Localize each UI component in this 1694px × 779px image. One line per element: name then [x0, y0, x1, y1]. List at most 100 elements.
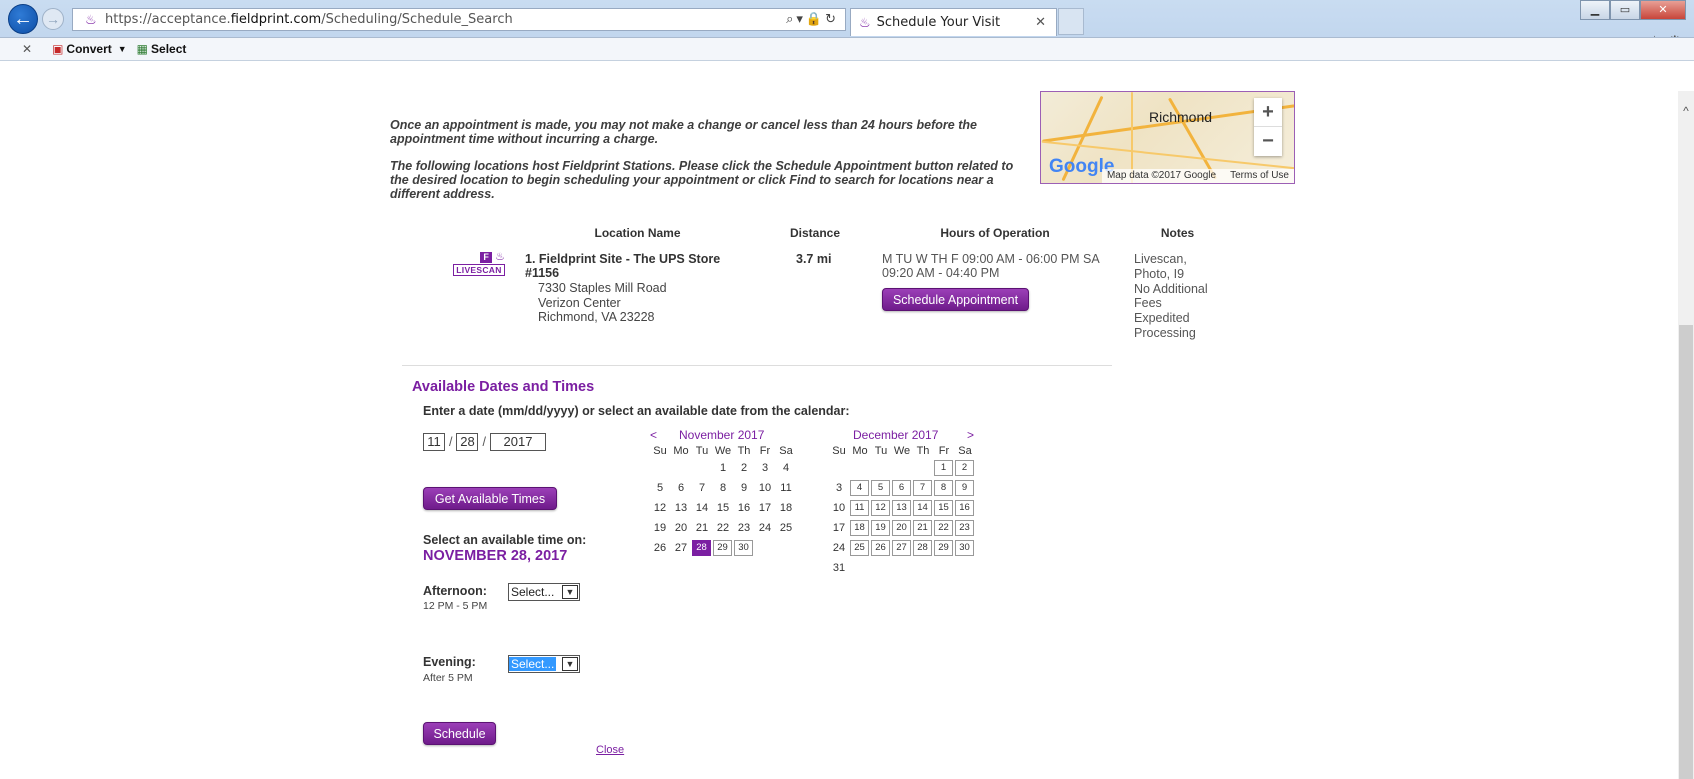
location-map[interactable]: Richmond + − Google Map data ©2017 Googl… [1040, 91, 1295, 184]
address-bar[interactable]: ♨ https://acceptance.fieldprint.com/Sche… [72, 8, 846, 31]
calendar-day: 19 [653, 522, 667, 534]
calendar-day-available[interactable]: 16 [955, 500, 974, 516]
new-tab-button[interactable] [1058, 8, 1084, 35]
restore-button[interactable]: ▭ [1610, 0, 1640, 20]
calendar-day-available[interactable]: 27 [892, 540, 911, 556]
close-link[interactable]: Close [596, 744, 624, 756]
calendar-day-available[interactable]: 7 [913, 480, 932, 496]
calendar-day-available[interactable]: 9 [955, 480, 974, 496]
weekday-header: Mo [673, 445, 689, 457]
get-available-times-button[interactable]: Get Available Times [423, 487, 557, 510]
afternoon-label: Afternoon: [423, 584, 487, 598]
address-line: 7330 Staples Mill Road [538, 281, 667, 295]
afternoon-time-select[interactable]: Select... ▼ [508, 583, 580, 601]
calendar-prev-button[interactable]: < [650, 428, 657, 442]
calendar-day-available[interactable]: 25 [850, 540, 869, 556]
calendar-day-available[interactable]: 29 [713, 540, 732, 556]
weekday-header: Su [653, 445, 667, 457]
date-separator: / [449, 435, 453, 449]
tab-title: Schedule Your Visit [876, 15, 1001, 30]
map-terms-link[interactable]: Terms of Use [1230, 170, 1289, 182]
map-zoom-in-button[interactable]: + [1254, 98, 1282, 127]
calendar-day-available[interactable]: 28 [913, 540, 932, 556]
calendar-day-available[interactable]: 4 [850, 480, 869, 496]
calendar-day-available[interactable]: 6 [892, 480, 911, 496]
calendar-day-available[interactable]: 11 [850, 500, 869, 516]
calendar-day: 31 [832, 562, 846, 574]
chevron-down-icon[interactable]: ▼ [562, 585, 578, 599]
calendar-day-available[interactable]: 15 [934, 500, 953, 516]
afternoon-range: 12 PM - 5 PM [423, 600, 488, 612]
select-button[interactable]: Select [151, 42, 186, 56]
search-icon[interactable]: ⌕ [786, 11, 796, 26]
chevron-down-icon[interactable]: ▼ [562, 657, 578, 671]
date-input-group: 11 / 28 / 2017 [423, 433, 546, 451]
dropdown-icon[interactable]: ▾ [796, 11, 806, 26]
tab-close-icon[interactable]: ✕ [1035, 14, 1046, 30]
calendar-day-available[interactable]: 20 [892, 520, 911, 536]
calendar-day: 12 [653, 502, 667, 514]
calendar-day: 17 [832, 522, 846, 534]
calendar-day: 18 [779, 502, 793, 514]
selected-date-heading: NOVEMBER 28, 2017 [423, 548, 568, 564]
calendar-day-available[interactable]: 8 [934, 480, 953, 496]
window-close-button[interactable]: ✕ [1640, 0, 1686, 20]
scroll-up-arrow-icon[interactable]: ^ [1678, 104, 1694, 120]
convert-button[interactable]: Convert [66, 42, 111, 56]
convert-dropdown-icon[interactable]: ▼ [118, 44, 127, 54]
refresh-icon[interactable]: ↻ [825, 11, 839, 26]
note-line: Fees [1134, 296, 1162, 311]
weekday-header: Su [832, 445, 846, 457]
back-button[interactable]: ← [8, 4, 38, 34]
evening-time-select[interactable]: Select... ▼ [508, 655, 580, 673]
calendar-day: 25 [779, 522, 793, 534]
calendar-day-available[interactable]: 28 [692, 540, 711, 556]
calendar-day-available[interactable]: 30 [734, 540, 753, 556]
calendar-day-available[interactable]: 14 [913, 500, 932, 516]
scrollbar-thumb[interactable] [1679, 325, 1693, 779]
calendar-day-available[interactable]: 13 [892, 500, 911, 516]
calendar-next-button[interactable]: > [967, 428, 974, 442]
calendar-day: 17 [758, 502, 772, 514]
window-controls: ▁ ▭ ✕ [1580, 0, 1686, 20]
calendar-day: 15 [716, 502, 730, 514]
calendar-day-available[interactable]: 18 [850, 520, 869, 536]
calendar-day-available[interactable]: 29 [934, 540, 953, 556]
year-input[interactable]: 2017 [489, 433, 546, 451]
livescan-badge: F ♨ LIVESCAN [453, 250, 505, 276]
url-domain: fieldprint.com [230, 12, 322, 27]
calendar-day: 7 [698, 482, 706, 494]
date-instructions: Enter a date (mm/dd/yyyy) or select an a… [423, 404, 850, 418]
minimize-button[interactable]: ▁ [1580, 0, 1610, 20]
calendar-day: 14 [695, 502, 709, 514]
calendar-day-available[interactable]: 26 [871, 540, 890, 556]
calendar-day-available[interactable]: 23 [955, 520, 974, 536]
url-text[interactable]: https://acceptance.fieldprint.com/Schedu… [105, 12, 513, 27]
date-separator: / [482, 435, 486, 449]
lock-icon[interactable]: 🔒 [806, 11, 825, 26]
calendar-day-available[interactable]: 12 [871, 500, 890, 516]
schedule-button[interactable]: Schedule [423, 722, 496, 745]
header-location-name: Location Name [594, 226, 681, 240]
note-line: No Additional [1134, 281, 1208, 296]
month-input[interactable]: 11 [423, 433, 445, 451]
toolbar-close-icon[interactable]: ✕ [22, 42, 32, 56]
tab-schedule-your-visit[interactable]: ♨ Schedule Your Visit ✕ [850, 8, 1057, 36]
calendar-day-available[interactable]: 1 [934, 460, 953, 476]
calendar-day: 3 [761, 462, 769, 474]
calendar-day-available[interactable]: 21 [913, 520, 932, 536]
calendar-day-available[interactable]: 19 [871, 520, 890, 536]
forward-button[interactable]: → [42, 8, 64, 30]
calendar-day-available[interactable]: 5 [871, 480, 890, 496]
calendar-day-available[interactable]: 30 [955, 540, 974, 556]
livescan-label: LIVESCAN [453, 264, 505, 276]
day-input[interactable]: 28 [456, 433, 479, 451]
weekday-header: Sa [958, 445, 972, 457]
calendar-day: 4 [782, 462, 790, 474]
weekday-header: We [893, 445, 911, 457]
calendar-day-available[interactable]: 2 [955, 460, 974, 476]
location-hours: M TU W TH F 09:00 AM - 06:00 PM SA 09:20… [882, 252, 1099, 280]
map-zoom-out-button[interactable]: − [1254, 127, 1282, 156]
schedule-appointment-button[interactable]: Schedule Appointment [882, 288, 1029, 311]
calendar-day-available[interactable]: 22 [934, 520, 953, 536]
